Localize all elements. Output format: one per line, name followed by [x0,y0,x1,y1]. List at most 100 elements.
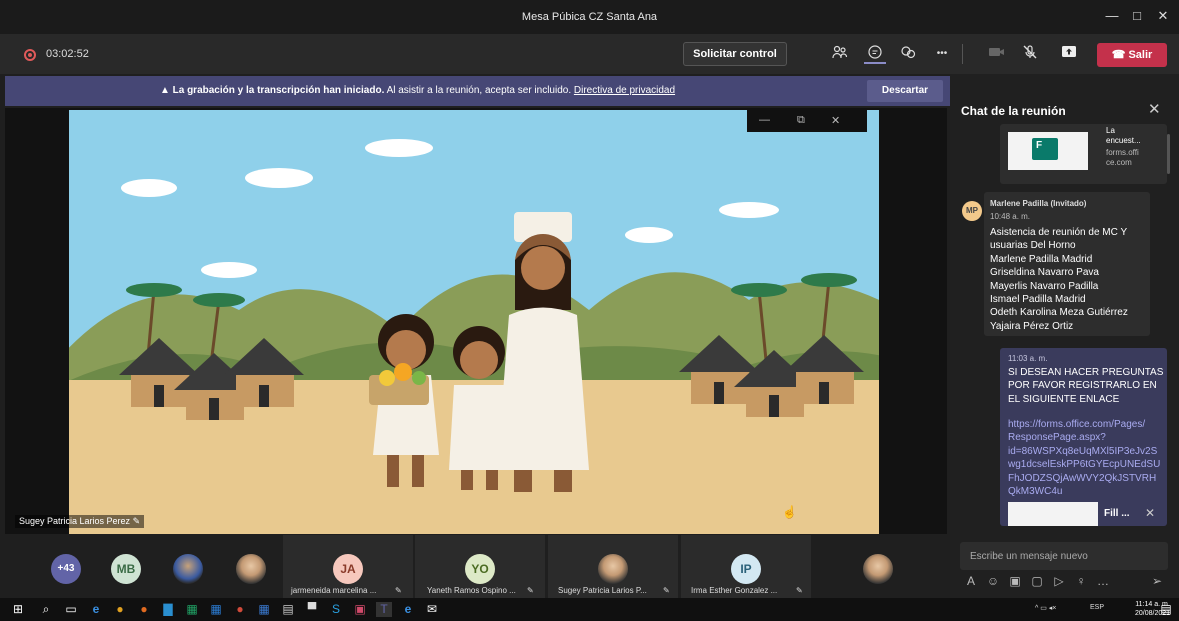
forms-card-domain-1: forms.offi [1106,148,1139,157]
banner-bold-text: La grabación y la transcripción han inic… [172,85,385,96]
chat-scrollbar[interactable] [1167,134,1170,174]
app-icon[interactable]: ● [232,602,248,617]
app-icon[interactable]: ▦ [256,602,272,617]
attach-icon[interactable]: ▷ [1048,574,1070,588]
presenter-name: Sugey Patricia Larios Perez [19,516,131,526]
link-line: id=86WSPXq8eUqMXl5IP3eJv2S [1008,445,1158,457]
message-line: POR FAVOR REGISTRARLO EN [1008,380,1157,392]
windows-start-icon[interactable]: ⊞ [10,602,26,617]
avatar-photo[interactable] [863,554,893,584]
maximize-button[interactable]: □ [1128,8,1146,23]
muted-icon: ✎ [395,586,402,595]
excel-icon[interactable]: ▦ [184,602,200,617]
minimize-button[interactable]: — [1103,8,1121,23]
firefox-icon[interactable]: ● [136,602,152,617]
participant-name: jarmeneida marcelina ... [291,586,377,595]
calculator-icon[interactable]: ▤ [280,602,296,617]
muted-icon: ✎ [130,516,141,526]
muted-icon: ✎ [527,586,534,595]
hand-cursor-icon: ☝ [782,505,797,519]
participant-tile[interactable]: Sugey Patricia Larios P... ✎ [548,535,678,598]
forms-card-domain-2: ce.com [1106,158,1132,167]
language-indicator[interactable]: ESP [1090,604,1104,611]
praise-icon[interactable]: ♀ [1070,574,1092,588]
message-line: usuarias Del Horno [990,240,1076,252]
windows-taskbar: ⊞ ⌕ ▭ e ● ● ▇ ▦ ▦ ● ▦ ▤ ▀ S ▣ T e ✉ ^ ▭ … [0,598,1179,621]
leave-label: Salir [1128,49,1153,61]
participant-tile[interactable]: YO Yaneth Ramos Ospino ... ✎ [415,535,545,598]
explorer-icon[interactable]: ▇ [160,602,176,617]
search-icon[interactable]: ⌕ [38,602,54,617]
notifications-icon[interactable]: ▤ [1158,602,1174,617]
sticker-icon[interactable]: ▢ [1026,574,1048,588]
video-popout-icon[interactable]: ⧉ [797,114,805,127]
privacy-policy-link[interactable]: Directiva de privacidad [574,85,675,96]
chat-message: Marlene Padilla (Invitado) 10:48 a. m. A… [984,192,1150,336]
dismiss-button[interactable]: Descartar [867,80,943,102]
forms-thumbnail [1008,132,1088,170]
format-icon[interactable]: A [960,574,982,588]
more-icon[interactable]: … [1092,574,1114,588]
system-tray-icons[interactable]: ^ ▭ ◂× [1035,604,1056,612]
avatar-photo[interactable] [236,554,266,584]
app-icon[interactable]: ▀ [304,602,320,617]
warning-icon: ▲ [159,85,173,96]
share-screen-icon[interactable] [1058,44,1080,64]
word-icon[interactable]: ▦ [208,602,224,617]
participant-tile[interactable]: JA jarmeneida marcelina ... ✎ [283,535,413,598]
avatar-photo [598,554,628,584]
message-time: 10:48 a. m. [990,212,1031,221]
forms-preview-card[interactable]: La encuest... forms.offi ce.com [1000,124,1167,184]
request-control-button[interactable]: Solicitar control [683,42,787,66]
message-line: Griseldina Navarro Pava [990,267,1099,279]
message-body: Asistencia de reunión de MC Y usuarias D… [990,226,1128,333]
avatar-photo[interactable] [173,554,203,584]
reactions-icon[interactable] [897,44,919,64]
chat-close-icon[interactable]: ✕ [1148,100,1161,118]
video-minimize-icon[interactable]: — [759,114,770,126]
teams-icon[interactable]: T [376,602,392,617]
send-icon[interactable]: ➢ [1146,574,1168,588]
chrome-icon[interactable]: ● [112,602,128,617]
preview-close-icon[interactable]: ✕ [1145,506,1155,520]
gif-icon[interactable]: ▣ [1004,574,1026,588]
participant-tile[interactable]: IP Irma Esther Gonzalez ... ✎ [681,535,811,598]
avatar-mb[interactable]: MB [111,554,141,584]
more-options-icon[interactable]: ••• [931,44,953,64]
avatar-yo: YO [465,554,495,584]
message-time: 11:03 a. m. [1008,354,1048,363]
message-body: SI DESEAN HACER PREGUNTAS POR FAVOR REGI… [1008,366,1163,406]
task-view-icon[interactable]: ▭ [63,602,79,617]
chat-icon[interactable] [864,44,886,64]
edge-icon[interactable]: e [88,602,104,617]
participants-icon[interactable] [829,44,851,64]
close-window-button[interactable]: ✕ [1154,8,1172,24]
participant-name: Yaneth Ramos Ospino ... [427,586,516,595]
meeting-toolbar: 03:02:52 Solicitar control ••• ☎ Salir [0,34,1179,74]
link-preview-thumbnail [1008,502,1098,526]
participant-name: Irma Esther Gonzalez ... [691,586,778,595]
message-line: Odeth Karolina Meza Gutiérrez [990,307,1128,319]
link-line: https://forms.office.com/Pages/ [1008,419,1146,430]
chat-title: Chat de la reunión [961,104,1066,118]
avatar-ip: IP [731,554,761,584]
banner-message: ▲ La grabación y la transcripción han in… [5,85,830,96]
compose-placeholder: Escribe un mensaje nuevo [970,551,1088,562]
leave-button[interactable]: ☎ Salir [1097,43,1167,67]
video-close-icon[interactable]: ✕ [831,114,840,127]
app-icon[interactable]: ▣ [352,602,368,617]
forms-card-title-2: encuest... [1106,136,1141,145]
mail-icon[interactable]: ✉ [424,602,440,617]
chat-panel: Chat de la reunión ✕ La encuest... forms… [950,74,1179,598]
ie-icon[interactable]: e [400,602,416,617]
camera-off-icon[interactable] [986,44,1008,64]
message-compose-input[interactable]: Escribe un mensaje nuevo [960,542,1168,570]
mic-off-icon[interactable] [1019,44,1041,64]
more-participants-button[interactable]: +43 [51,554,81,584]
skype-icon[interactable]: S [328,602,344,617]
emoji-icon[interactable]: ☺ [982,574,1004,588]
message-line: Yajaira Pérez Ortiz [990,320,1074,332]
muted-icon: ✎ [796,586,803,595]
window-title: Mesa Púbica CZ Santa Ana [521,11,658,23]
forms-link[interactable]: https://forms.office.com/Pages/ Response… [1008,418,1160,498]
